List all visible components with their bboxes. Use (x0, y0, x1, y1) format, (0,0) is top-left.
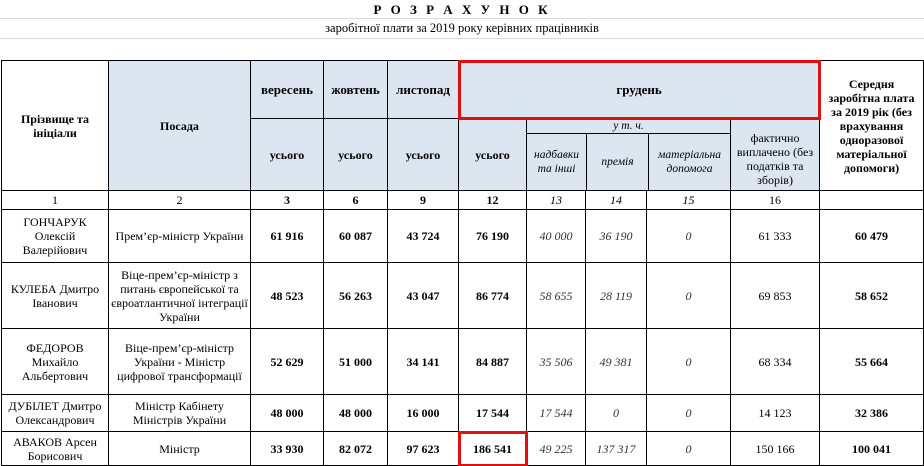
cell-average: 60 479 (819, 209, 924, 263)
header-dec-total: усього (458, 118, 527, 191)
cell-average: 58 652 (819, 262, 924, 329)
cell-nov: 16 000 (387, 394, 459, 432)
row-position: Віце-прем’єр-міністр з питань європейськ… (108, 262, 251, 329)
cell-aid: 0 (646, 394, 731, 432)
header-premium: премія (587, 134, 649, 190)
row-position: Віце-прем’єр-міністр України - Міністр ц… (108, 328, 251, 395)
header-including: у т. ч. (527, 120, 730, 134)
row-name: ФЕДОРОВ Михайло Альбертович (1, 328, 109, 395)
cell-aid: 0 (646, 431, 731, 466)
row-position: Міністр (108, 431, 251, 466)
header-paid: фактично виплачено (без податків та збор… (729, 118, 821, 191)
cell-premium: 0 (585, 394, 647, 432)
cell-premium: 49 381 (585, 328, 647, 395)
header-aid: матеріальна допомога (658, 149, 721, 175)
table-row: АВАКОВ Арсен Борисович Міністр 33 930 82… (1, 430, 924, 466)
cell-oct: 51 000 (323, 328, 388, 395)
cell-bonus: 35 506 (526, 328, 586, 395)
cell-aid: 0 (646, 209, 731, 263)
cell-oct: 48 000 (323, 394, 388, 432)
header-october: жовтень (323, 60, 388, 119)
cell-bonus: 40 000 (526, 209, 586, 263)
cell-oct: 60 087 (323, 209, 388, 263)
header-position: Посада (108, 60, 251, 191)
cell-aid: 0 (646, 262, 731, 329)
row-position: Міністр Кабінету Міністрів України (108, 394, 251, 432)
table-row: КУЛЕБА Дмитро Іванович Віце-прем’єр-міні… (1, 262, 924, 329)
row-name: ДУБІЛЕТ Дмитро Олександрович (1, 394, 109, 432)
cell-sep: 48 523 (250, 262, 324, 329)
document-subtitle: заробітної плати за 2019 року керівних п… (325, 21, 599, 35)
cell-nov: 43 047 (387, 262, 459, 329)
header-oct-total: усього (323, 118, 388, 191)
header-december: грудень (457, 59, 821, 120)
header-nov-total: усього (387, 118, 459, 191)
cell-paid: 150 166 (729, 431, 821, 466)
cell-average: 55 664 (819, 328, 924, 395)
cell-nov: 43 724 (387, 209, 459, 263)
header-including-group: у т. ч. надбавки та інші премія матеріал… (526, 118, 731, 191)
cell-paid: 14 123 (729, 394, 821, 432)
col-number: 6 (323, 190, 388, 210)
cell-sep: 61 916 (250, 209, 324, 263)
table-row: ФЕДОРОВ Михайло Альбертович Віце-прем’єр… (1, 328, 924, 395)
cell-bonus: 58 655 (526, 262, 586, 329)
row-name: КУЛЕБА Дмитро Іванович (1, 262, 109, 329)
cell-dec-total: 86 774 (458, 262, 527, 329)
cell-dec-total: 76 190 (458, 209, 527, 263)
col-number: 3 (250, 190, 324, 210)
row-name: АВАКОВ Арсен Борисович (1, 431, 109, 466)
col-number: 15 (646, 190, 731, 210)
cell-paid: 61 333 (729, 209, 821, 263)
cell-bonus: 49 225 (526, 431, 586, 466)
col-number: 2 (108, 190, 251, 210)
cell-oct: 82 072 (323, 431, 388, 466)
header-sep-total: усього (250, 118, 324, 191)
salary-table: Прізвище та ініціали Посада вересень жов… (1, 59, 924, 466)
header-november: листопад (387, 60, 459, 119)
cell-average: 100 041 (819, 431, 924, 466)
cell-dec-total: 17 544 (458, 394, 527, 432)
row-position: Прем’єр-міністр України (108, 209, 251, 263)
cell-sep: 33 930 (250, 431, 324, 466)
cell-paid: 69 853 (729, 262, 821, 329)
cell-nov: 34 141 (387, 328, 459, 395)
table-row: ГОНЧАРУК Олексій Валерійович Прем’єр-мін… (1, 209, 924, 263)
col-number: 13 (526, 190, 586, 210)
cell-average: 32 386 (819, 394, 924, 432)
cell-premium: 28 119 (585, 262, 647, 329)
col-number: 12 (458, 190, 527, 210)
cell-paid: 68 334 (729, 328, 821, 395)
cell-premium: 137 317 (585, 431, 647, 466)
col-number: 9 (387, 190, 459, 210)
header-bonus: надбавки та інші (528, 134, 587, 190)
col-number (819, 190, 924, 210)
row-name: ГОНЧАРУК Олексій Валерійович (1, 209, 109, 263)
cell-premium: 36 190 (585, 209, 647, 263)
document-title: Р О З Р А Х У Н О К (373, 2, 551, 17)
header-average: Середня заробітна плата за 2019 рік (без… (819, 60, 924, 191)
cell-nov: 97 623 (387, 431, 459, 466)
cell-oct: 56 263 (323, 262, 388, 329)
header-name: Прізвище та ініціали (1, 60, 109, 191)
cell-dec-total: 84 887 (458, 328, 527, 395)
cell-bonus: 17 544 (526, 394, 586, 432)
col-number: 14 (585, 190, 647, 210)
cell-aid: 0 (646, 328, 731, 395)
col-number: 16 (729, 190, 821, 210)
cell-sep: 48 000 (250, 394, 324, 432)
header-september: вересень (250, 60, 324, 119)
cell-dec-total-highlighted: 186 541 (457, 430, 528, 466)
col-number: 1 (1, 190, 109, 210)
table-row: ДУБІЛЕТ Дмитро Олександрович Міністр Каб… (1, 394, 924, 432)
cell-sep: 52 629 (250, 328, 324, 395)
